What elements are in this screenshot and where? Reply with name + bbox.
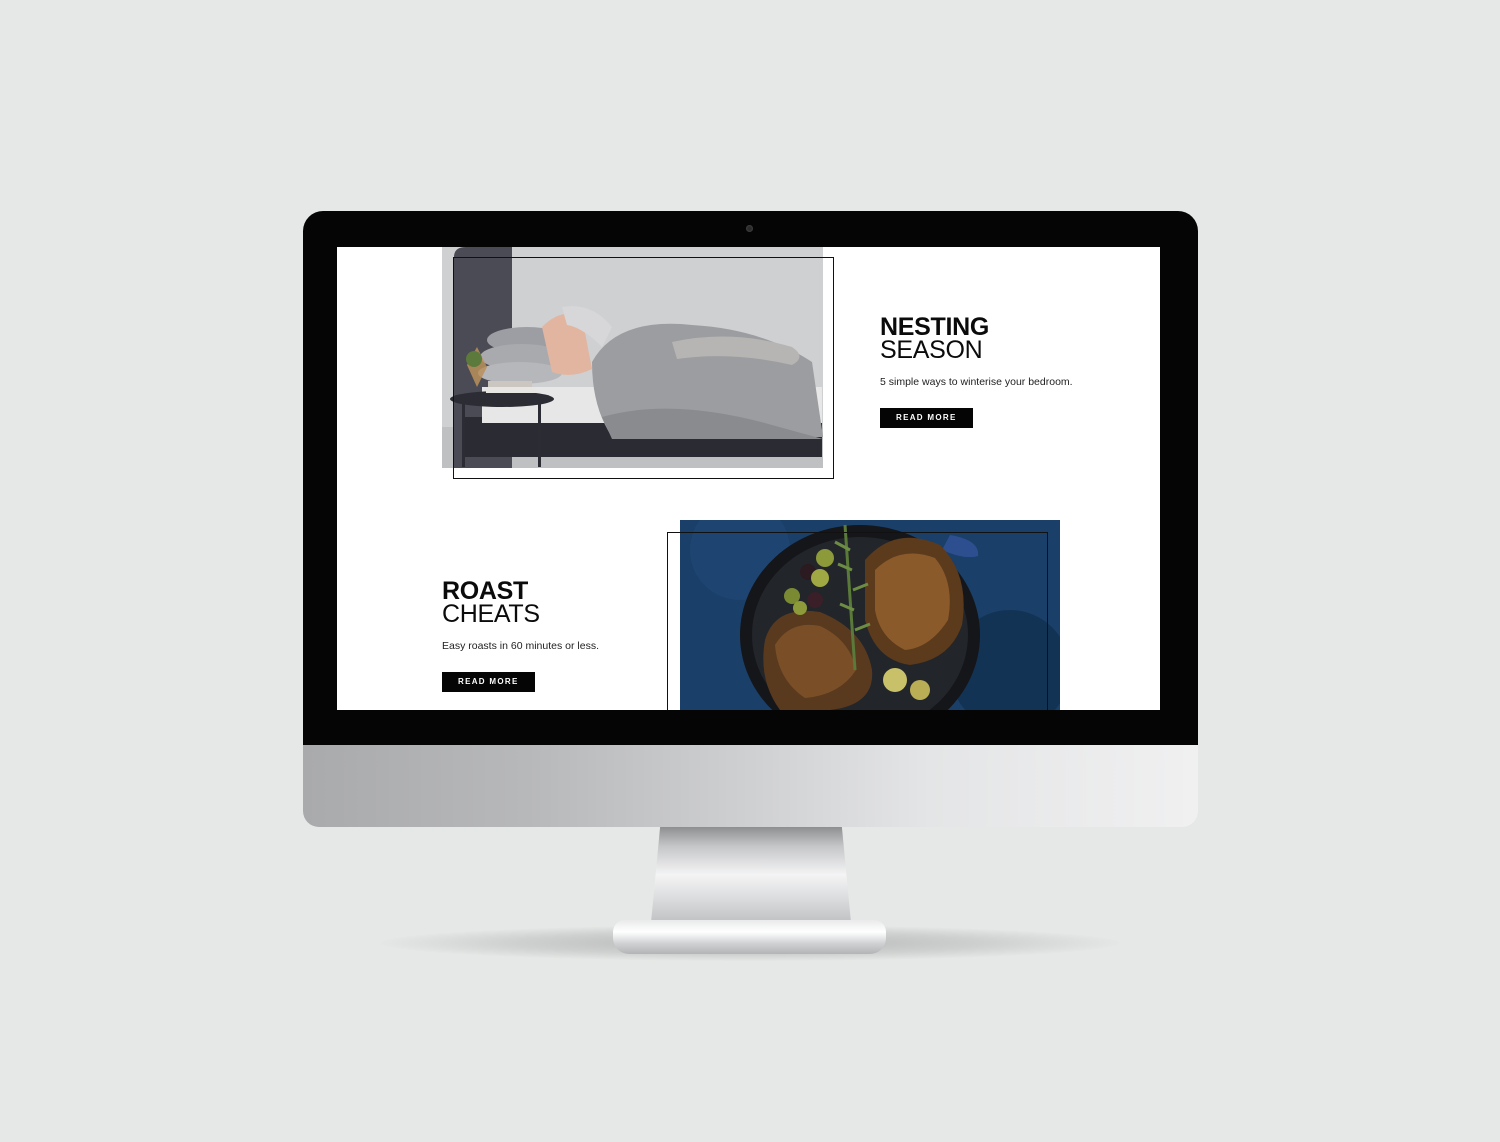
feature-subtitle: Easy roasts in 60 minutes or less. (442, 640, 599, 652)
monitor-stand-neck (650, 827, 852, 933)
website-screen: NESTING SEASON 5 simple ways to winteris… (337, 247, 1160, 710)
read-more-button[interactable]: READ MORE (880, 408, 973, 428)
monitor-chin (303, 745, 1198, 827)
feature-nesting-season: NESTING SEASON 5 simple ways to winteris… (880, 315, 1120, 428)
mockup-stage: NESTING SEASON 5 simple ways to winteris… (0, 0, 1500, 1142)
monitor-stand-foot (613, 920, 886, 954)
roast-illustration (680, 520, 1060, 710)
feature-title-light: SEASON (880, 336, 983, 364)
camera-icon (746, 225, 753, 232)
read-more-button[interactable]: READ MORE (442, 672, 535, 692)
bedroom-photo[interactable] (442, 247, 823, 468)
roast-photo[interactable] (680, 520, 1060, 710)
feature-roast-cheats: ROAST CHEATS Easy roasts in 60 minutes o… (442, 579, 662, 692)
feature-title-light: CHEATS (442, 600, 540, 628)
bedroom-illustration (442, 247, 823, 468)
feature-subtitle: 5 simple ways to winterise your bedroom. (880, 376, 1073, 388)
